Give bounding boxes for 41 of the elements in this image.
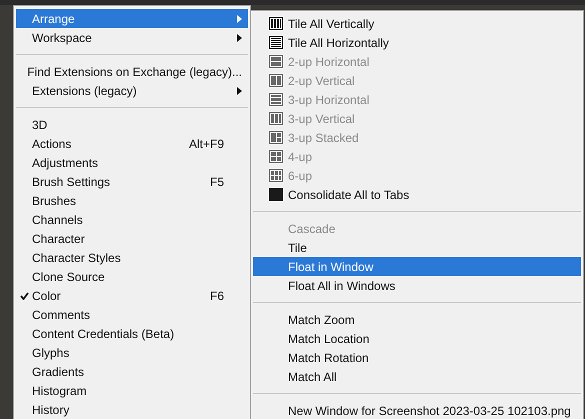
menu-item[interactable]: Glyphs [16,343,248,362]
layout-icon [269,112,283,125]
menu-item[interactable]: Brushes [16,191,248,210]
menu-item[interactable]: Float All in Windows [253,276,581,295]
menu-item[interactable]: Tile [253,238,581,257]
menu-item[interactable]: Character [16,229,248,248]
menu-item[interactable]: 3D [16,115,248,134]
layout-icon [269,93,283,106]
menu-item[interactable]: Content Credentials (Beta) [16,324,248,343]
menu-item[interactable]: Match Zoom [253,310,581,329]
menu-item[interactable]: Actions Alt+F9 [16,134,248,153]
menu-item[interactable]: Tile All Vertically [253,14,581,33]
menu-item[interactable]: Float in Window [253,257,581,276]
layout-icon [269,131,283,144]
menu-item[interactable]: Gradients [16,362,248,381]
menu-item[interactable]: Extensions (legacy) [16,81,248,100]
menu-item[interactable]: Consolidate All to Tabs [253,185,581,204]
menu-item[interactable]: Clone Source [16,267,248,286]
layout-icon [269,169,283,182]
menu-item[interactable]: Channels [16,210,248,229]
menu-item[interactable]: Adjustments [16,153,248,172]
menu-item[interactable]: Tile All Horizontally [253,33,581,52]
layout-icon [269,150,283,163]
menu-item[interactable]: Workspace [16,28,248,47]
layout-icon [269,55,283,68]
menu-item[interactable]: Histogram [16,381,248,400]
layout-icon [269,36,283,49]
menu-item[interactable]: Brush Settings F5 [16,172,248,191]
layout-icon [269,188,283,201]
menu-item[interactable]: Color F6 [16,286,248,305]
menu-item[interactable]: Match Location [253,329,581,348]
menu-item[interactable]: Arrange [16,9,248,28]
menu-item[interactable]: Comments [16,305,248,324]
layout-icon [269,74,283,87]
menu-item[interactable]: Find Extensions on Exchange (legacy)... [16,62,248,81]
menu-item[interactable]: Character Styles [16,248,248,267]
layout-icon [269,17,283,30]
menu-item[interactable]: History [16,400,248,419]
menu-item[interactable]: Match Rotation [253,348,581,367]
menu-item[interactable]: Match All [253,367,581,386]
menu-item[interactable]: New Window for Screenshot 2023-03-25 102103.png [253,401,581,419]
